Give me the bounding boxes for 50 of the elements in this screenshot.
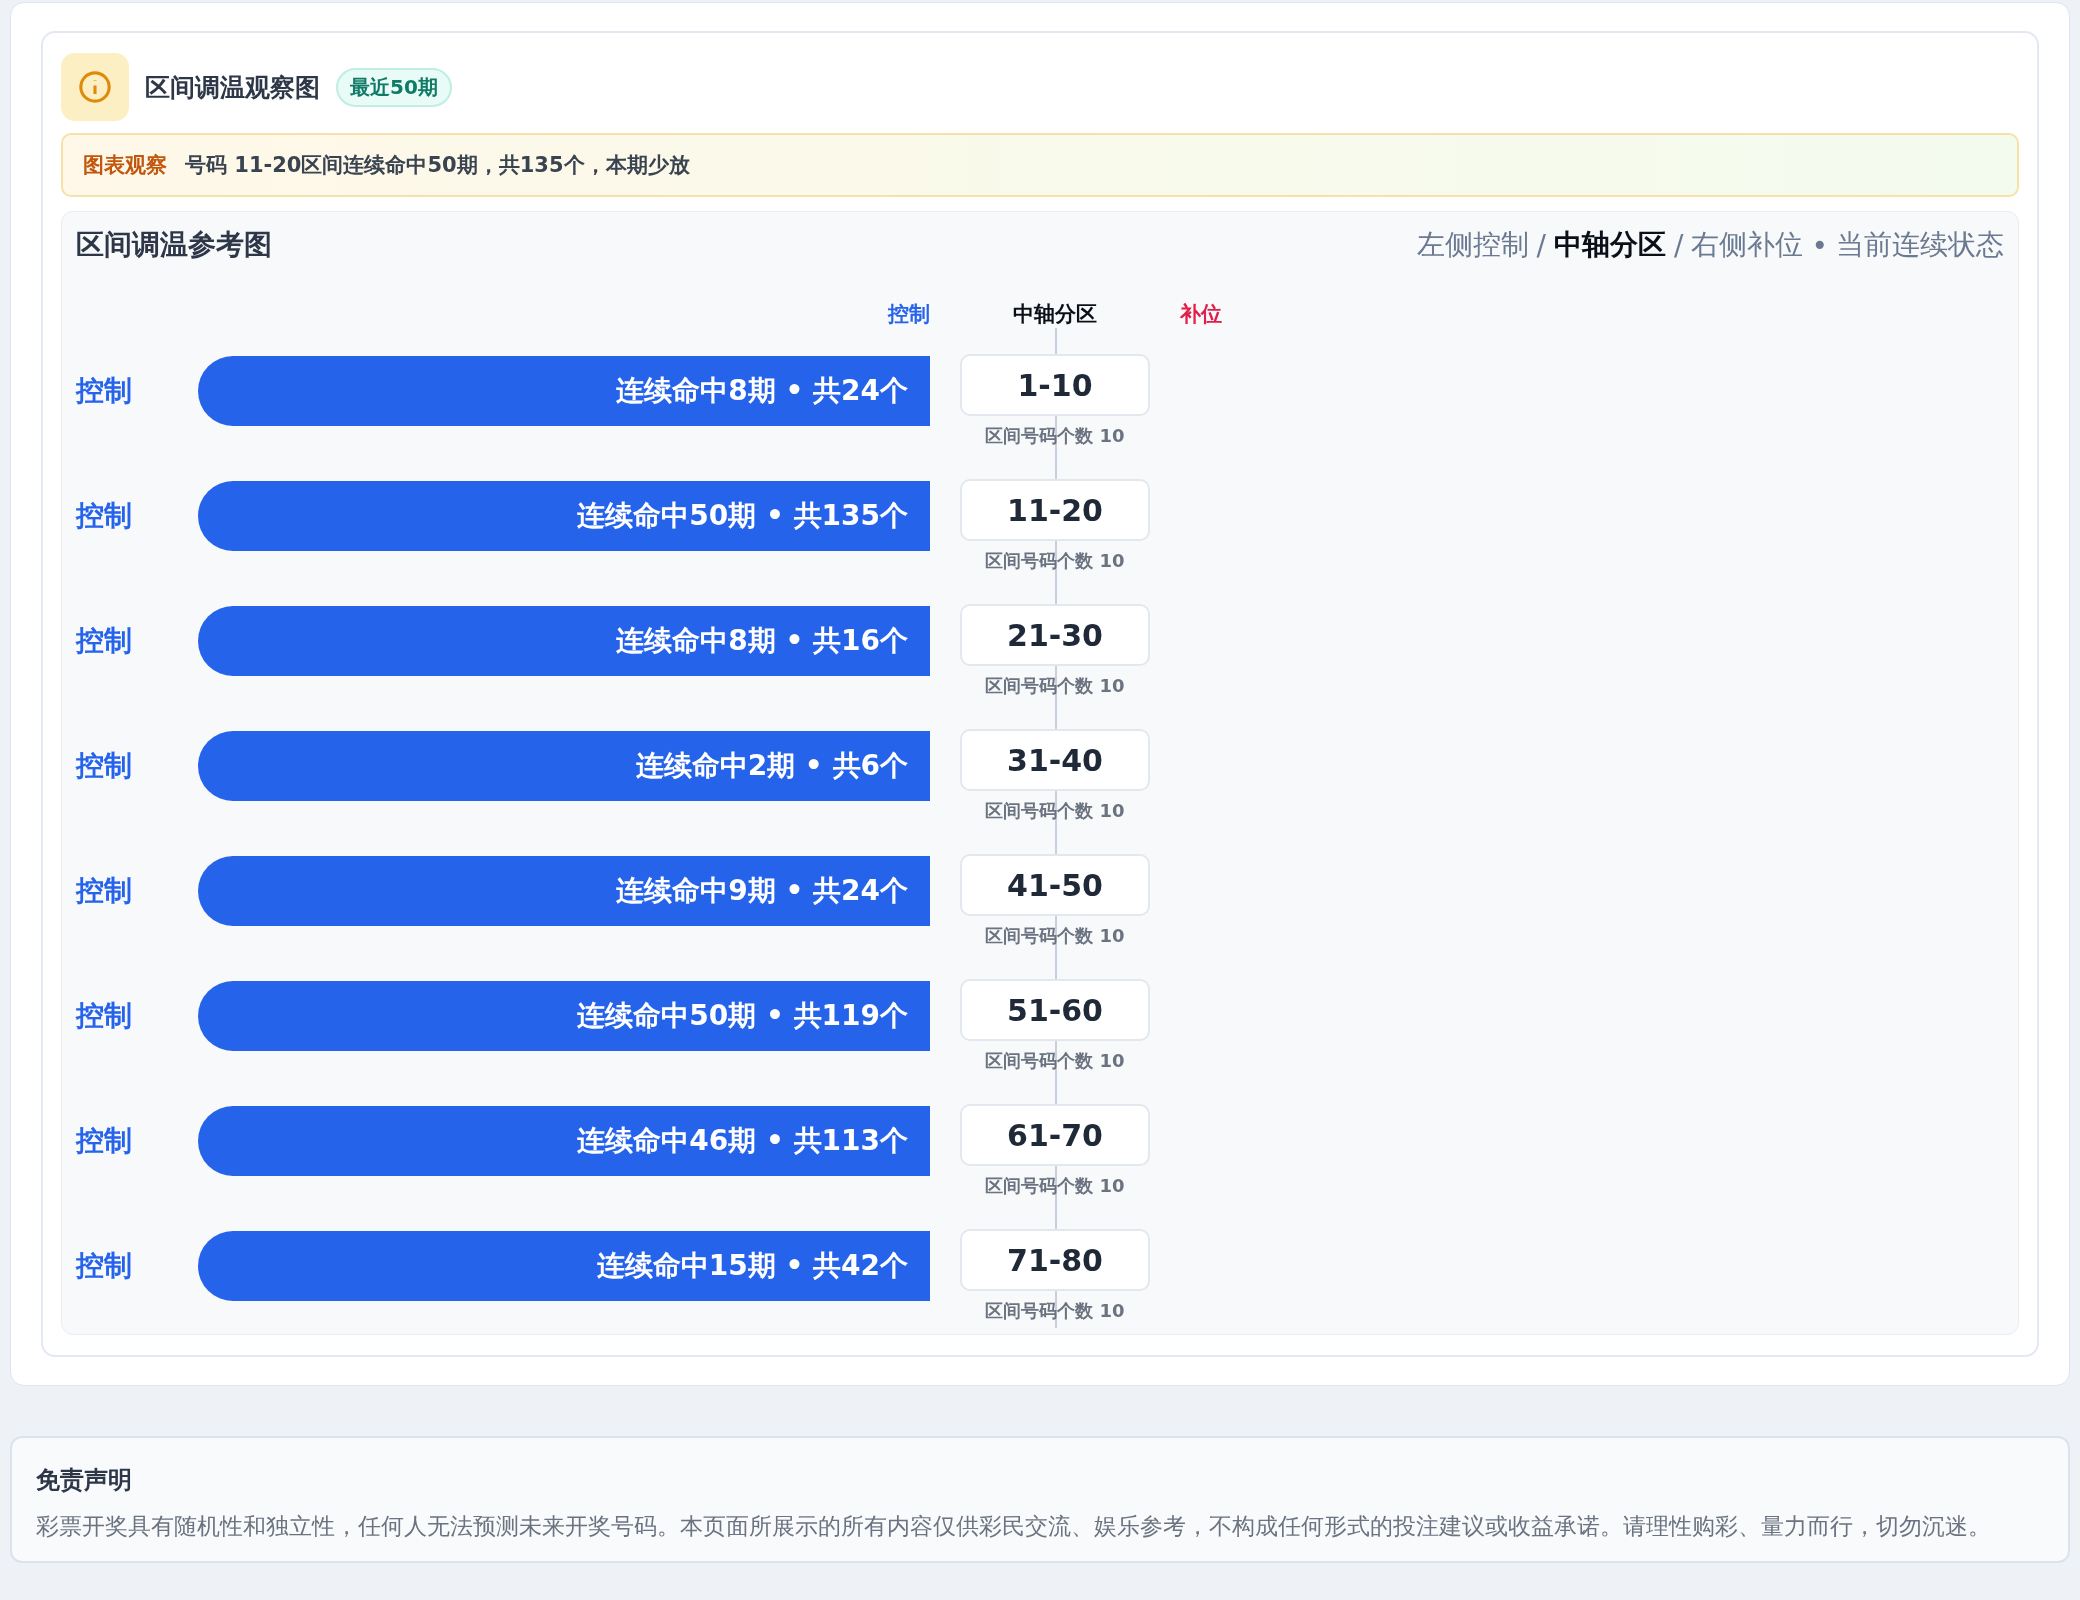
legend-item: 右侧补位 — [1691, 227, 1804, 263]
side-label: 控制 — [76, 747, 133, 784]
range-box: 71-80 — [960, 1229, 1150, 1291]
side-label: 控制 — [76, 1247, 133, 1284]
column-header: 补位 — [1180, 301, 1223, 328]
side-label: 控制 — [76, 497, 133, 534]
chart-title: 区间调温参考图 — [76, 227, 272, 263]
range-count: 区间号码个数 10 — [985, 1299, 1125, 1323]
range-box: 1-10 — [960, 354, 1150, 416]
range-count: 区间号码个数 10 — [985, 549, 1125, 573]
range-box: 31-40 — [960, 729, 1150, 791]
streak-bar: 连续命中50期 • 共135个 — [198, 480, 930, 551]
range-box: 61-70 — [960, 1104, 1150, 1166]
range-count: 区间号码个数 10 — [985, 674, 1125, 698]
legend-item: 左侧控制 — [1416, 227, 1529, 263]
info-icon — [78, 70, 112, 104]
disclaimer-title: 免责声明 — [36, 1465, 133, 1496]
streak-bar: 连续命中8期 • 共16个 — [198, 605, 930, 676]
streak-bar: 连续命中2期 • 共6个 — [198, 730, 930, 801]
legend-note: 当前连续状态 — [1836, 227, 2004, 263]
range-box: 41-50 — [960, 854, 1150, 916]
side-label: 控制 — [76, 872, 133, 909]
side-label: 控制 — [76, 372, 133, 409]
streak-bar: 连续命中46期 • 共113个 — [198, 1105, 930, 1176]
period-badge: 最近50期 — [336, 67, 452, 107]
range-box: 51-60 — [960, 979, 1150, 1041]
disclaimer-text: 彩票开奖具有随机性和独立性，任何人无法预测未来开奖号码。本页面所展示的所有内容仅供彩民交流、娱乐参考，不构成任何形式的投注建议或收益承诺。请理性购彩、量力而行，切勿沉迷。 — [36, 1512, 1992, 1541]
side-label: 控制 — [76, 622, 133, 659]
range-count: 区间号码个数 10 — [985, 799, 1125, 823]
range-count: 区间号码个数 10 — [985, 1174, 1125, 1198]
streak-bar: 连续命中50期 • 共119个 — [198, 980, 930, 1051]
streak-bar: 连续命中8期 • 共24个 — [198, 355, 930, 426]
range-count: 区间号码个数 10 — [985, 424, 1125, 448]
streak-bar: 连续命中9期 • 共24个 — [198, 855, 930, 926]
side-label: 控制 — [76, 1122, 133, 1159]
range-count: 区间号码个数 10 — [985, 1049, 1125, 1073]
notice-text: 号码 11-20区间连续命中50期，共135个，本期少放 — [185, 152, 690, 179]
legend-separator: / — [1674, 228, 1684, 262]
range-count: 区间号码个数 10 — [985, 924, 1125, 948]
range-box: 21-30 — [960, 604, 1150, 666]
notice-label: 图表观察 — [83, 152, 167, 179]
side-label: 控制 — [76, 997, 133, 1034]
legend-dot: • — [1811, 228, 1828, 262]
streak-bar: 连续命中15期 • 共42个 — [198, 1230, 930, 1301]
range-box: 11-20 — [960, 479, 1150, 541]
legend-item: 中轴分区 — [1554, 227, 1667, 263]
card-title: 区间调温观察图 — [145, 71, 320, 104]
column-header: 中轴分区 — [1012, 301, 1098, 328]
column-header: 控制 — [886, 301, 930, 328]
legend-separator: / — [1536, 228, 1547, 262]
